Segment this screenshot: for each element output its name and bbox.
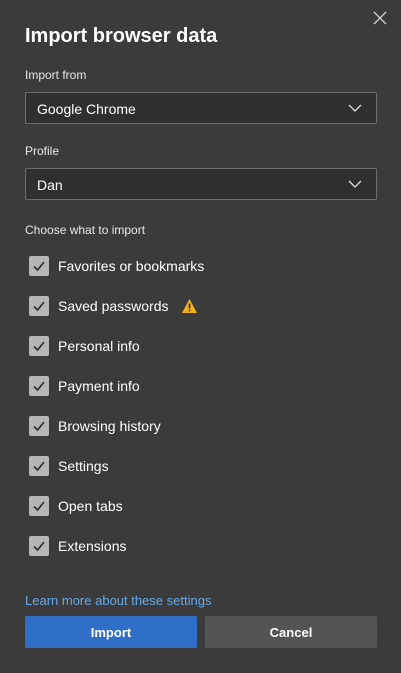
option-label: Settings [58, 458, 109, 474]
checkbox-checked[interactable] [29, 336, 49, 356]
warning-icon[interactable] [181, 298, 198, 314]
checkbox-saved-passwords[interactable]: Saved passwords [29, 296, 204, 336]
checkbox-checked[interactable] [29, 416, 49, 436]
chevron-down-icon [348, 180, 362, 188]
checkbox-checked[interactable] [29, 536, 49, 556]
checkbox-open-tabs[interactable]: Open tabs [29, 496, 204, 536]
import-options-list: Favorites or bookmarks Saved passwords P… [29, 256, 204, 576]
checkmark-icon [33, 421, 45, 432]
checkbox-favorites-bookmarks[interactable]: Favorites or bookmarks [29, 256, 204, 296]
close-icon [373, 11, 387, 25]
close-button[interactable] [371, 9, 389, 27]
checkbox-checked[interactable] [29, 376, 49, 396]
cancel-button[interactable]: Cancel [205, 616, 377, 648]
option-label: Open tabs [58, 498, 123, 514]
checkmark-icon [33, 341, 45, 352]
profile-value: Dan [37, 177, 63, 193]
checkbox-settings[interactable]: Settings [29, 456, 204, 496]
profile-label: Profile [25, 144, 60, 158]
checkmark-icon [33, 461, 45, 472]
learn-more-link[interactable]: Learn more about these settings [25, 593, 211, 608]
import-button[interactable]: Import [25, 616, 197, 648]
profile-select[interactable]: Dan [25, 168, 377, 200]
checkbox-checked[interactable] [29, 496, 49, 516]
checkbox-checked[interactable] [29, 256, 49, 276]
option-label: Extensions [58, 538, 127, 554]
import-browser-data-dialog: Import browser data Import from Google C… [0, 0, 401, 673]
checkmark-icon [33, 381, 45, 392]
checkmark-icon [33, 541, 45, 552]
chevron-down-icon [348, 104, 362, 112]
option-label: Browsing history [58, 418, 161, 434]
checkbox-checked[interactable] [29, 456, 49, 476]
checkbox-personal-info[interactable]: Personal info [29, 336, 204, 376]
option-label: Payment info [58, 378, 140, 394]
checkbox-browsing-history[interactable]: Browsing history [29, 416, 204, 456]
choose-what-to-import-label: Choose what to import [25, 223, 146, 237]
checkbox-extensions[interactable]: Extensions [29, 536, 204, 576]
checkmark-icon [33, 301, 45, 312]
option-label: Favorites or bookmarks [58, 258, 205, 274]
dialog-title: Import browser data [25, 25, 218, 47]
checkmark-icon [33, 501, 45, 512]
option-label: Personal info [58, 338, 140, 354]
import-from-label: Import from [25, 68, 87, 82]
option-label: Saved passwords [58, 298, 169, 314]
checkmark-icon [33, 261, 45, 272]
import-from-value: Google Chrome [37, 101, 136, 117]
import-from-select[interactable]: Google Chrome [25, 92, 377, 124]
checkbox-checked[interactable] [29, 296, 49, 316]
checkbox-payment-info[interactable]: Payment info [29, 376, 204, 416]
